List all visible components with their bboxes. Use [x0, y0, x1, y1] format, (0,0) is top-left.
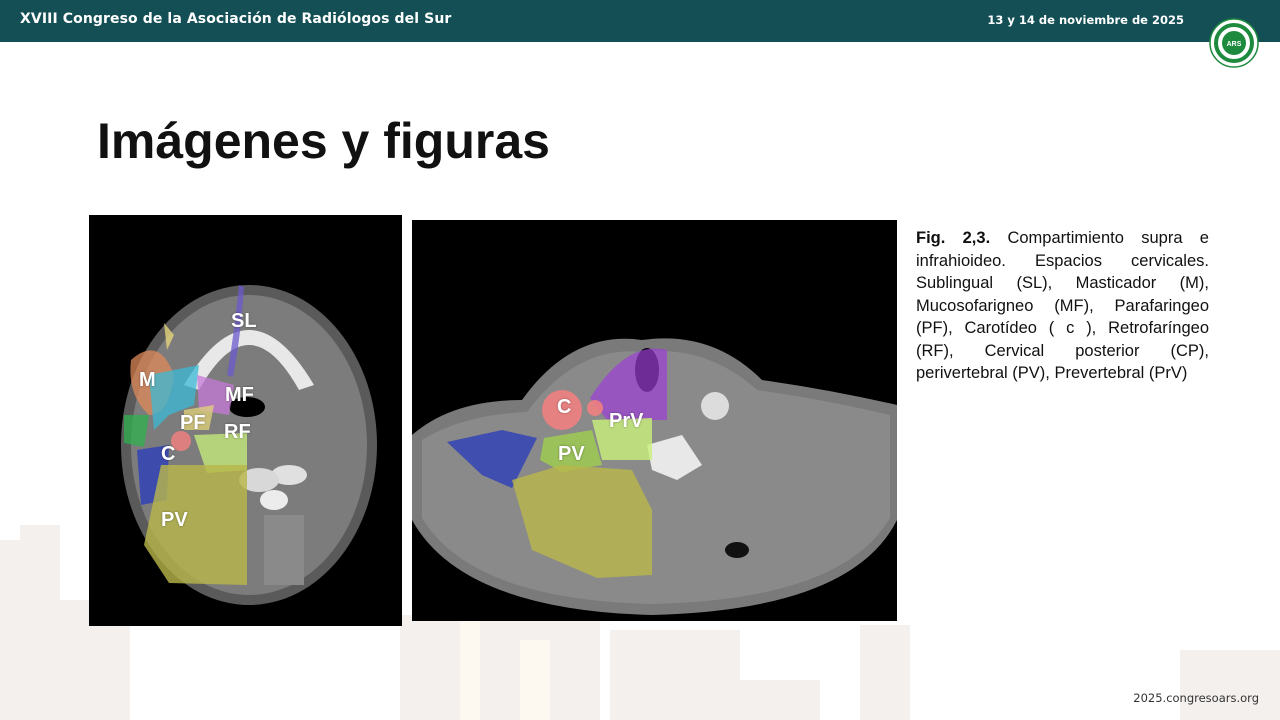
- caption-text: Compartimiento supra e infrahioideo. Esp…: [916, 229, 1209, 382]
- label-prevertebral: PrV: [609, 410, 644, 432]
- label-perivertebral: PV: [161, 509, 188, 531]
- conference-title: XVIII Congreso de la Asociación de Radió…: [20, 11, 452, 27]
- ct-figure-suprahyoid: SL M MF PF RF C PV: [89, 215, 402, 626]
- slide-title: Imágenes y figuras: [97, 113, 550, 169]
- ct-scan-image-2: [412, 338, 897, 615]
- label-parafaringeo: PF: [180, 412, 206, 434]
- svg-text:ARS: ARS: [1227, 41, 1242, 48]
- figure-caption: Fig. 2,3. Compartimiento supra e infrahi…: [916, 227, 1209, 385]
- label-mucosofaringeo: MF: [225, 384, 254, 406]
- ars-logo: ARS: [1209, 18, 1259, 68]
- caption-figure-reference: Fig. 2,3.: [916, 229, 991, 247]
- conference-dates: 13 y 14 de noviembre de 2025: [987, 13, 1184, 27]
- label-retrofaringeo: RF: [224, 421, 251, 443]
- label-masticador: M: [139, 369, 156, 391]
- header-bar: XVIII Congreso de la Asociación de Radió…: [0, 0, 1280, 42]
- label-carotideo-2: C: [557, 396, 572, 418]
- ct-figure-infrahyoid: C PrV PV: [412, 220, 897, 621]
- label-sublingual: SL: [231, 310, 257, 332]
- label-carotideo: C: [161, 443, 176, 465]
- label-perivertebral-2: PV: [558, 443, 585, 465]
- footer-url: 2025.congresoars.org: [1133, 691, 1259, 705]
